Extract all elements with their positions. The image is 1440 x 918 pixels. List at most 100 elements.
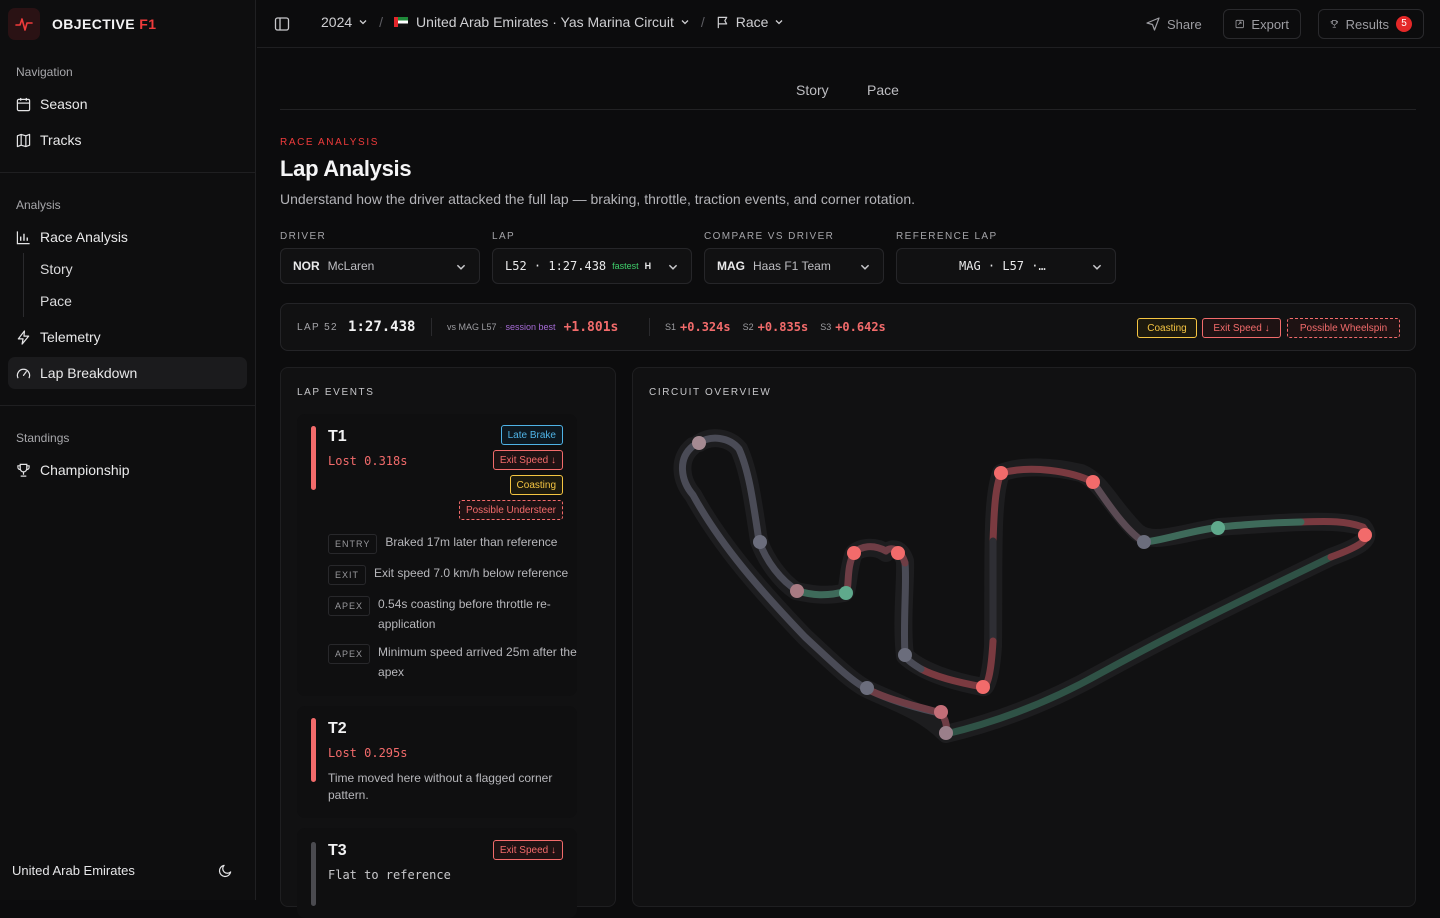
trophy-icon [1330,20,1338,28]
compare-ref-label: vs MAG L57 [447,322,497,332]
tab-pace[interactable]: Pace [867,82,899,98]
sidebar: OBJECTIVE F1 Navigation Season Tracks An… [0,0,256,900]
standings-section-label: Standings [16,431,70,445]
breadcrumb-separator: / [379,14,384,30]
chevron-down-icon [456,264,466,270]
neutral-indicator [311,842,316,906]
sidebar-item-championship[interactable]: Championship [8,454,247,486]
tag-exit-speed: Exit Speed ↓ [1202,318,1281,338]
sidebar-subitem-story[interactable]: Story [40,253,73,285]
corner-marker [898,648,912,662]
driver-select[interactable]: NOR McLaren [280,248,480,284]
topbar: 2024 / United Arab Emirates · Yas Marina… [257,0,1440,48]
sidebar-divider [0,405,256,406]
sidebar-toggle-icon[interactable] [274,16,290,32]
submenu-line [23,253,24,317]
corner-marker [891,546,905,560]
sector-1-delta: +0.324s [680,320,731,334]
circuit-map[interactable] [633,368,1417,908]
event-note: APEX Minimum speed arrived 25m after the… [328,642,577,682]
analysis-section-label: Analysis [16,198,61,212]
nav-section-label: Navigation [16,65,73,79]
sidebar-item-label: Tracks [40,132,82,148]
sidebar-item-season[interactable]: Season [8,88,247,120]
sidebar-item-label: Championship [40,462,130,478]
event-corner: T1 [328,428,347,445]
current-country: United Arab Emirates [12,863,135,878]
event-time-lost: Flat to reference [328,868,451,882]
results-button[interactable]: Results 5 [1318,9,1424,39]
driver-label: DRIVER [280,231,327,242]
corner-marker [934,705,948,719]
loss-indicator [311,426,316,490]
brand[interactable]: OBJECTIVE F1 [8,8,156,40]
map-icon [16,133,31,147]
breadcrumb: 2024 / United Arab Emirates · Yas Marina… [321,14,784,30]
corner-marker [939,726,953,740]
chevron-down-icon [359,20,367,25]
tag-coasting: Coasting [1137,318,1197,338]
lap-event-t1[interactable]: T1 Lost 0.318s Late Brake Exit Speed ↓ C… [297,414,577,696]
sidebar-footer: United Arab Emirates [12,863,244,878]
event-note: ENTRY Braked 17m later than reference [328,532,577,554]
trophy-icon [17,463,30,477]
lap-select[interactable]: L52 · 1:27.438 fastest H [492,248,692,284]
sidebar-divider [0,172,256,173]
event-note: APEX 0.54s coasting before throttle re-a… [328,594,577,634]
breadcrumb-session[interactable]: Race [716,14,785,30]
event-time-lost: Lost 0.295s [328,746,408,760]
breadcrumb-year[interactable]: 2024 [321,14,368,30]
page-subtitle: Understand how the driver attacked the f… [280,191,916,207]
event-description: Time moved here without a flagged corner… [328,771,553,802]
lap-label: LAP [492,231,516,242]
divider [649,318,650,336]
breadcrumb-event[interactable]: United Arab Emirates · Yas Marina Circui… [394,14,690,30]
tag-coasting: Coasting [509,475,563,495]
sidebar-item-tracks[interactable]: Tracks [8,124,247,156]
event-note: EXIT Exit speed 7.0 km/h below reference [328,563,577,585]
tab-bar: Story Pace [280,72,1416,110]
sidebar-item-label: Race Analysis [40,229,128,245]
sidebar-item-telemetry[interactable]: Telemetry [8,321,247,353]
corner-marker [847,546,861,560]
chevron-down-icon [1092,264,1102,270]
lap-event-t3[interactable]: T3 Flat to reference Exit Speed ↓ [297,828,577,918]
corner-marker [1137,535,1151,549]
tag-exit-speed: Exit Speed ↓ [492,840,563,860]
sidebar-item-race-analysis[interactable]: Race Analysis [8,221,247,253]
reference-lap-select[interactable]: MAG · L57 ·… [896,248,1116,284]
page-title: Lap Analysis [280,156,412,181]
uae-flag-icon [394,17,409,27]
lap-event-t2[interactable]: T2 Lost 0.295s Time moved here without a… [297,706,577,818]
share-button[interactable]: Share [1135,9,1213,39]
moon-icon[interactable] [218,863,233,878]
chevron-down-icon [668,264,678,270]
sidebar-subitem-pace[interactable]: Pace [40,285,72,317]
corner-marker [839,586,853,600]
tag-possible-understeer: Possible Understeer [458,500,563,520]
corner-marker [976,680,990,694]
tyre-label: H [644,261,652,271]
corner-marker [1358,528,1372,542]
lap-events-card: LAP EVENTS T1 Lost 0.318s Late Brake Exi… [280,367,616,918]
session-best-label: session best [505,322,556,332]
tag-late-brake: Late Brake [500,425,563,445]
loss-indicator [311,718,316,782]
corner-marker [753,535,767,549]
brand-logo-icon [8,8,40,40]
export-button[interactable]: Export [1223,9,1301,39]
corner-marker [1211,521,1225,535]
chevron-down-icon [775,20,783,25]
compare-driver-select[interactable]: MAG Haas F1 Team [704,248,884,284]
chevron-down-icon [860,264,870,270]
corner-marker [860,681,874,695]
sidebar-item-label: Telemetry [40,329,101,345]
event-corner: T3 [328,842,347,859]
sidebar-item-label: Lap Breakdown [40,365,138,381]
divider [431,318,432,336]
sidebar-item-lap-breakdown[interactable]: Lap Breakdown [8,357,247,389]
tab-story[interactable]: Story [796,82,829,98]
brand-name: OBJECTIVE F1 [52,16,157,32]
circuit-overview-card: CIRCUIT OVERVIEW [632,367,1416,907]
event-time-lost: Lost 0.318s [328,454,408,468]
